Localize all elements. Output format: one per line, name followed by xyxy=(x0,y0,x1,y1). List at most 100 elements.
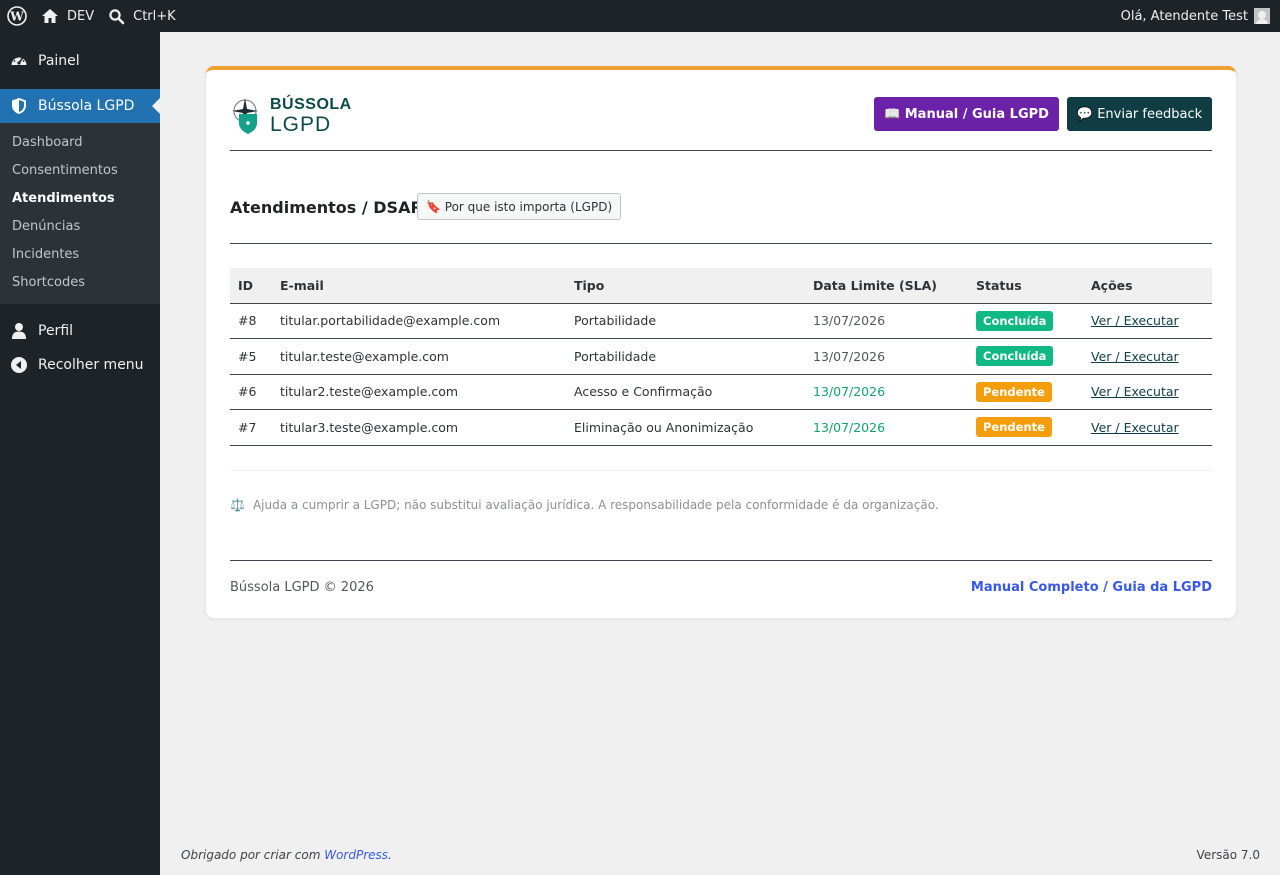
status-badge: Pendente xyxy=(976,417,1052,438)
row-email: titular.portabilidade@example.com xyxy=(272,303,566,339)
view-execute-link[interactable]: Ver / Executar xyxy=(1091,420,1179,435)
manual-guide-button[interactable]: 📖 Manual / Guia LGPD xyxy=(874,97,1059,131)
admin-sidebar: Painel Bússola LGPD Dashboard Consentime… xyxy=(0,32,160,875)
view-execute-link[interactable]: Ver / Executar xyxy=(1091,313,1179,328)
row-date: 13/07/2026 xyxy=(805,303,968,339)
row-status-cell: Pendente xyxy=(968,409,1083,446)
row-id: #6 xyxy=(230,374,272,410)
table-row: #6 titular2.teste@example.com Acesso e C… xyxy=(230,374,1212,410)
footer-version: Versão 7.0 xyxy=(1196,848,1260,862)
send-feedback-button[interactable]: 💬 Enviar feedback xyxy=(1067,97,1212,131)
submenu-item-incidentes[interactable]: Incidentes xyxy=(0,241,160,269)
copyright: Bússola LGPD © 2026 xyxy=(230,580,374,595)
footer-thanks: Obrigado por criar com WordPress. xyxy=(181,848,392,862)
view-execute-link[interactable]: Ver / Executar xyxy=(1091,349,1179,364)
home-icon xyxy=(42,9,58,23)
column-header-status: Status xyxy=(968,268,1083,304)
sidebar-item-label: Recolher menu xyxy=(38,357,144,373)
sidebar-item-label: Painel xyxy=(38,53,80,69)
footer-thanks-suffix: . xyxy=(388,848,392,862)
bussola-submenu: Dashboard Consentimentos Atendimentos De… xyxy=(0,123,160,304)
row-id: #5 xyxy=(230,338,272,375)
table-row: #8 titular.portabilidade@example.com Por… xyxy=(230,303,1212,339)
row-action-cell: Ver / Executar xyxy=(1083,374,1212,410)
bussola-logo: BÚSSOLA LGPD xyxy=(230,96,352,136)
admin-bar: W DEV Ctrl+K Olá, Atendente Test xyxy=(0,0,1280,32)
row-tipo: Portabilidade xyxy=(566,338,805,375)
divider xyxy=(230,470,1212,471)
wordpress-icon: W xyxy=(7,6,27,26)
row-action-cell: Ver / Executar xyxy=(1083,409,1212,446)
row-action-cell: Ver / Executar xyxy=(1083,303,1212,339)
row-email: titular.teste@example.com xyxy=(272,338,566,375)
shield-icon xyxy=(10,97,28,115)
card-header: BÚSSOLA LGPD 📖 Manual / Guia LGPD 💬 Envi… xyxy=(230,96,1212,151)
footer-thanks-prefix: Obrigado por criar com xyxy=(181,848,321,862)
table-row: #7 titular3.teste@example.com Eliminação… xyxy=(230,409,1212,446)
row-tipo: Eliminação ou Anonimização xyxy=(566,409,805,446)
row-id: #8 xyxy=(230,303,272,339)
main-card: BÚSSOLA LGPD 📖 Manual / Guia LGPD 💬 Envi… xyxy=(206,66,1236,618)
dsar-table: ID E-mail Tipo Data Limite (SLA) Status … xyxy=(230,268,1212,446)
legal-disclaimer: ⚖️ Ajuda a cumprir a LGPD; não substitui… xyxy=(230,498,939,512)
collapse-menu-button[interactable]: Recolher menu xyxy=(0,348,160,382)
column-header-email: E-mail xyxy=(272,268,566,304)
row-id: #7 xyxy=(230,409,272,446)
submenu-item-consentimentos[interactable]: Consentimentos xyxy=(0,157,160,185)
submenu-item-denuncias[interactable]: Denúncias xyxy=(0,213,160,241)
svg-text:W: W xyxy=(9,10,24,24)
column-header-id: ID xyxy=(230,268,272,304)
card-footer: Bússola LGPD © 2026 Manual Completo / Gu… xyxy=(230,560,1212,600)
submenu-item-dashboard[interactable]: Dashboard xyxy=(0,129,160,157)
row-email: titular3.teste@example.com xyxy=(272,409,566,446)
full-manual-link[interactable]: Manual Completo / Guia da LGPD xyxy=(971,580,1212,595)
submenu-item-atendimentos[interactable]: Atendimentos xyxy=(0,185,160,213)
row-tipo: Portabilidade xyxy=(566,303,805,339)
wordpress-logo-button[interactable]: W xyxy=(0,0,34,32)
row-tipo: Acesso e Confirmação xyxy=(566,374,805,410)
dashboard-icon xyxy=(10,52,28,70)
table-row: #5 titular.teste@example.com Portabilida… xyxy=(230,338,1212,375)
row-status-cell: Concluída xyxy=(968,303,1083,339)
row-status-cell: Pendente xyxy=(968,374,1083,410)
title-row: Atendimentos / DSAR 🔖 Por que isto impor… xyxy=(230,190,1212,244)
sidebar-item-painel[interactable]: Painel xyxy=(0,44,160,78)
column-header-date: Data Limite (SLA) xyxy=(805,268,968,304)
row-email: titular2.teste@example.com xyxy=(272,374,566,410)
view-execute-link[interactable]: Ver / Executar xyxy=(1091,384,1179,399)
sidebar-item-label: Perfil xyxy=(38,323,74,339)
column-header-tipo: Tipo xyxy=(566,268,805,304)
site-name-link[interactable]: DEV xyxy=(34,0,101,32)
sidebar-item-label: Bússola LGPD xyxy=(38,98,135,114)
sidebar-item-bussola-lgpd[interactable]: Bússola LGPD xyxy=(0,89,160,123)
command-palette-button[interactable]: Ctrl+K xyxy=(101,0,183,32)
status-badge: Pendente xyxy=(976,381,1052,402)
row-action-cell: Ver / Executar xyxy=(1083,338,1212,375)
search-icon xyxy=(109,8,125,24)
column-header-actions: Ações xyxy=(1083,268,1212,304)
why-it-matters-button[interactable]: 🔖 Por que isto importa (LGPD) xyxy=(417,193,622,220)
scales-icon: ⚖️ xyxy=(230,498,245,512)
my-account-menu[interactable]: Olá, Atendente Test xyxy=(1121,8,1280,24)
wordpress-link[interactable]: WordPress xyxy=(324,848,388,862)
row-date: 13/07/2026 xyxy=(805,409,968,446)
disclaimer-text: Ajuda a cumprir a LGPD; não substitui av… xyxy=(252,498,939,512)
logo-subtitle: LGPD xyxy=(270,113,332,136)
table-header-row: ID E-mail Tipo Data Limite (SLA) Status … xyxy=(230,268,1212,304)
site-name: DEV xyxy=(67,8,95,24)
status-badge: Concluída xyxy=(976,310,1054,331)
greeting: Olá, Atendente Test xyxy=(1120,8,1248,24)
status-badge: Concluída xyxy=(976,346,1054,367)
row-date: 13/07/2026 xyxy=(805,338,968,375)
compass-shield-icon xyxy=(232,98,258,134)
page-title: Atendimentos / DSAR xyxy=(230,198,423,217)
user-icon xyxy=(10,322,28,340)
row-status-cell: Concluída xyxy=(968,338,1083,375)
shortcut-label: Ctrl+K xyxy=(133,8,176,24)
row-date: 13/07/2026 xyxy=(805,374,968,410)
avatar xyxy=(1254,8,1270,24)
submenu-item-shortcodes[interactable]: Shortcodes xyxy=(0,269,160,297)
logo-title: BÚSSOLA xyxy=(270,96,352,113)
collapse-icon xyxy=(10,356,28,374)
sidebar-item-perfil[interactable]: Perfil xyxy=(0,314,160,348)
